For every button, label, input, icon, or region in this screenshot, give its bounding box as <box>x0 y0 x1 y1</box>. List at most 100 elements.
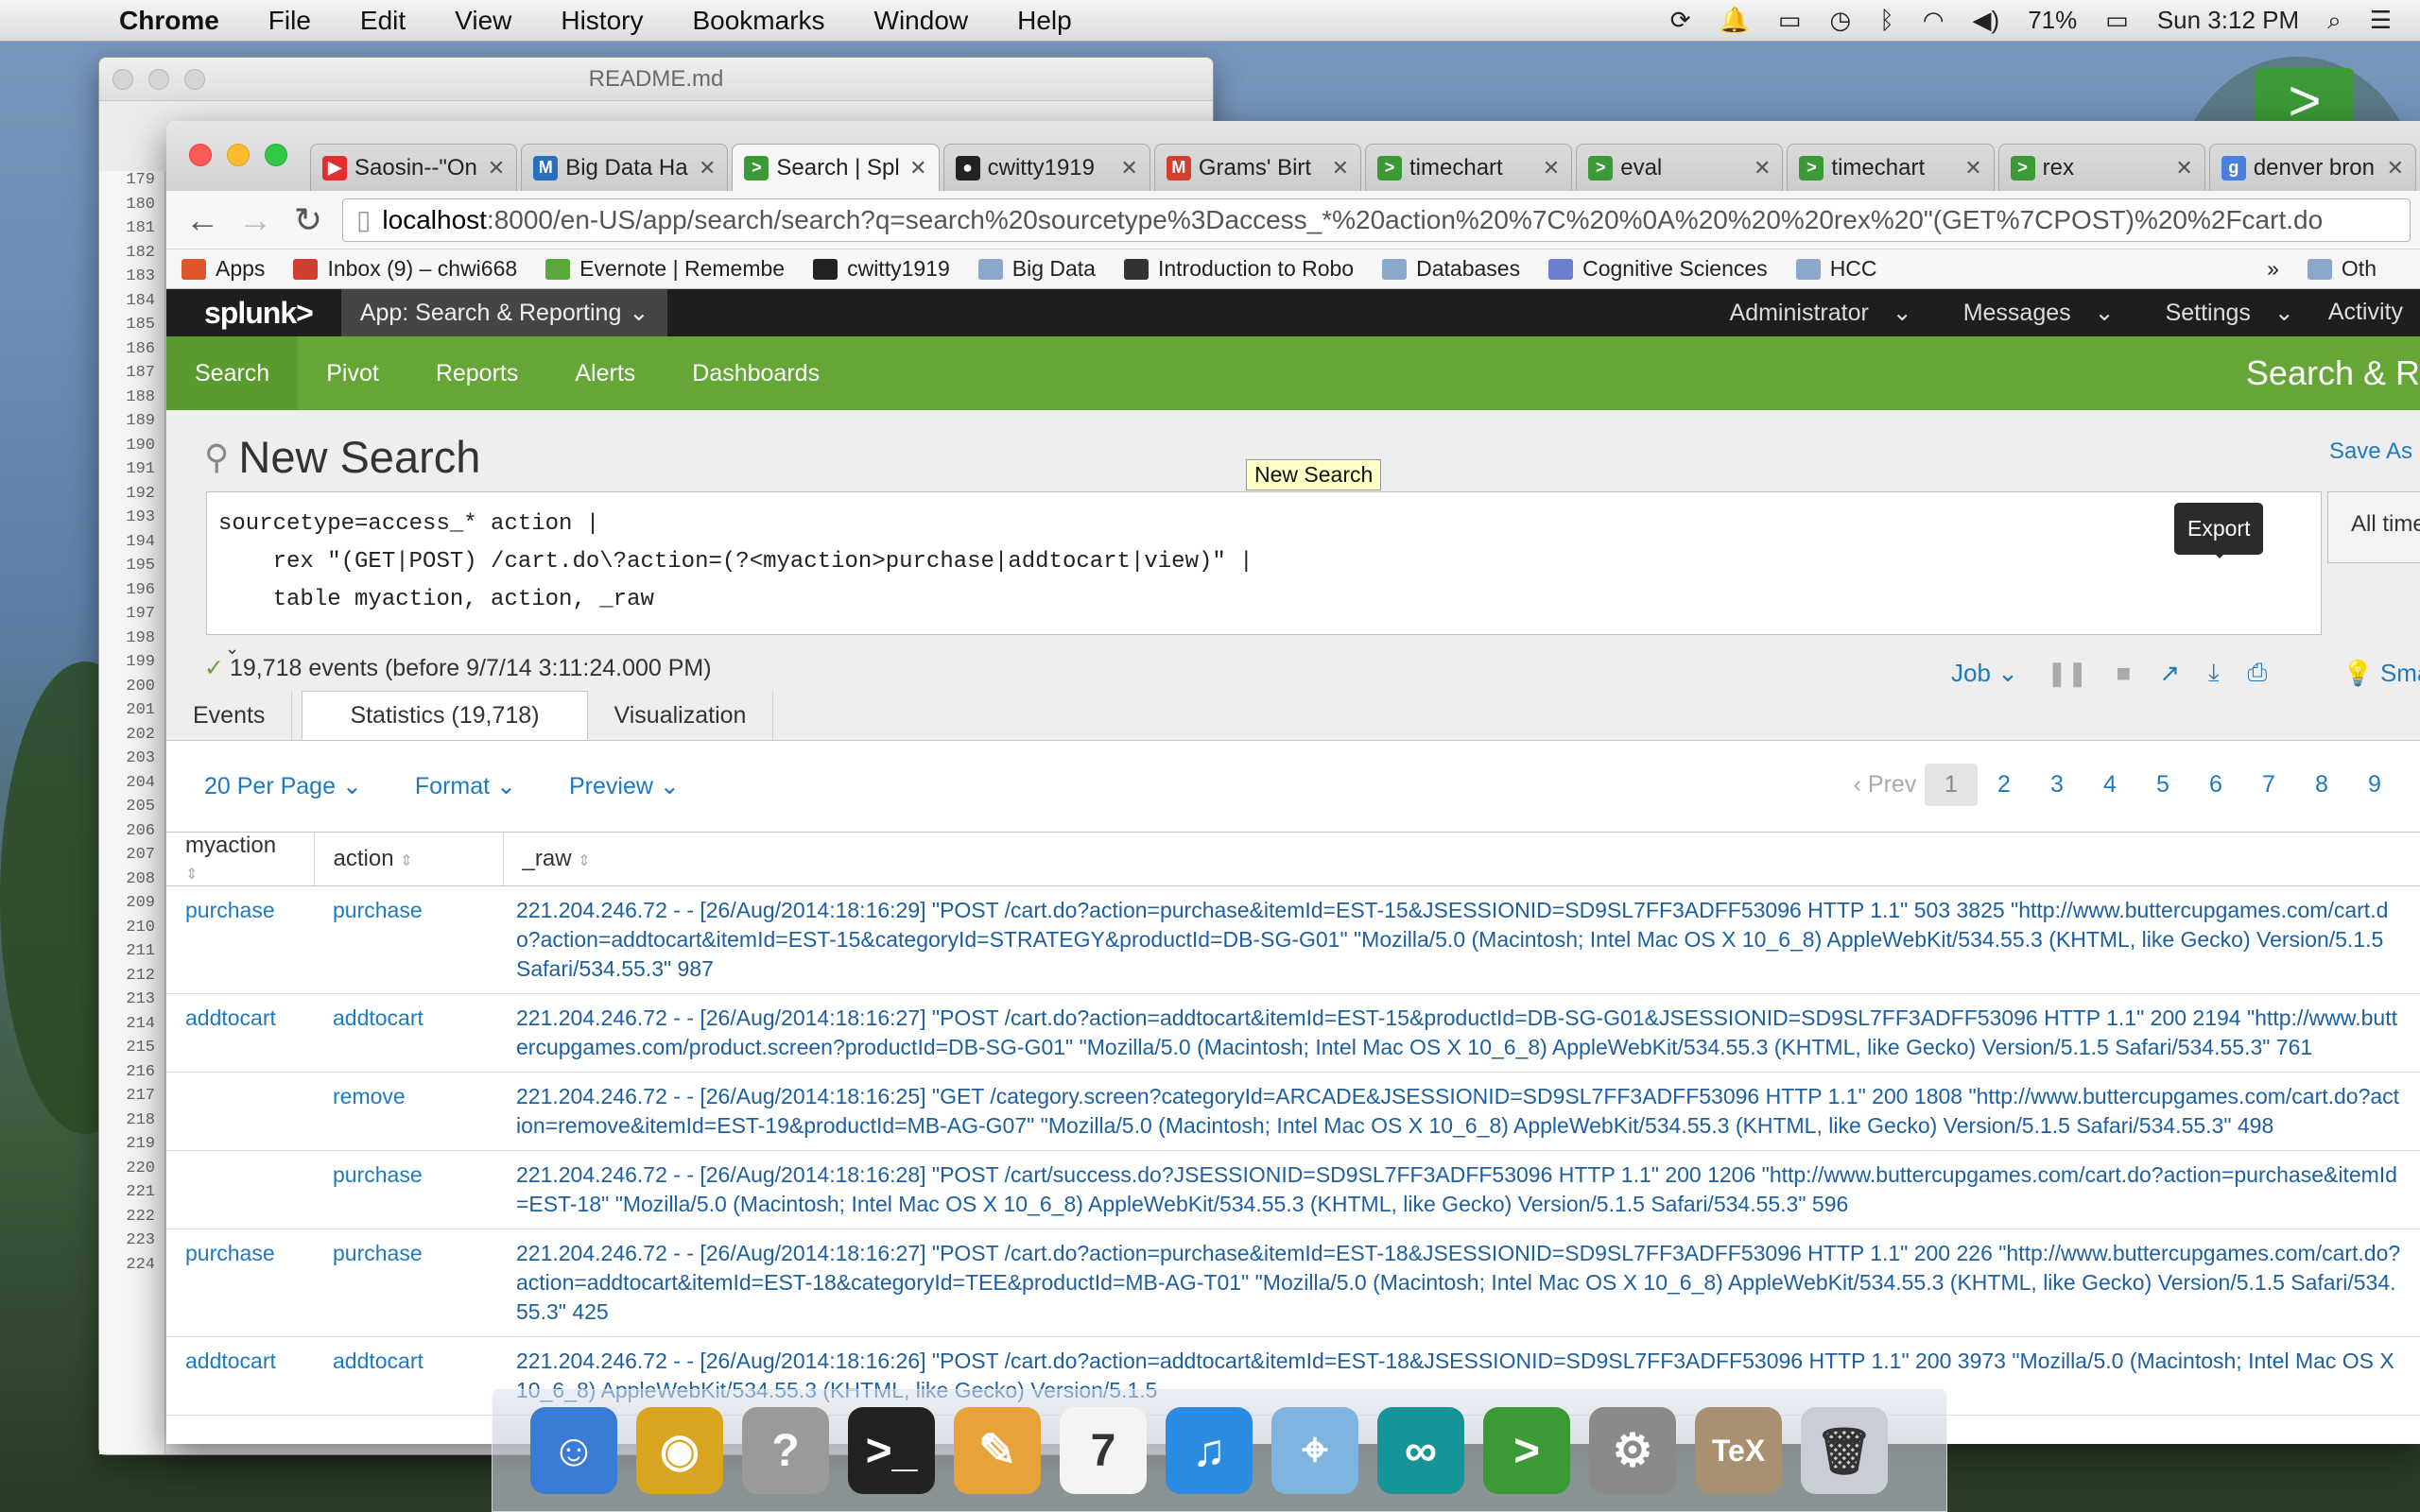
editor-minimize-button[interactable] <box>148 69 169 90</box>
browser-tab[interactable]: M Big Data Ha ✕ <box>521 144 729 191</box>
calendar-icon[interactable]: 7 <box>1060 1407 1147 1494</box>
job-menu[interactable]: Job ⌄ <box>1951 659 2018 688</box>
bookmark-item[interactable]: Evernote | Remembe <box>545 256 785 282</box>
terminal-icon[interactable]: >_ <box>848 1407 935 1494</box>
bookmark-item[interactable]: Introduction to Robo <box>1123 256 1354 282</box>
format-dropdown[interactable]: Format ⌄ <box>415 772 516 800</box>
volume-icon[interactable]: ◀) <box>1973 6 2000 35</box>
reload-icon[interactable]: ↻ <box>282 200 335 240</box>
close-tab-icon[interactable]: ✕ <box>1964 156 1981 180</box>
editor-close-button[interactable] <box>112 69 133 90</box>
app-menu[interactable]: App: Search & Reporting ⌄ <box>340 289 668 336</box>
browser-tab[interactable]: > rex ✕ <box>1997 144 2205 191</box>
bookmarks-overflow-chevron[interactable]: » <box>2267 256 2279 282</box>
tab-visualization[interactable]: Visualization <box>588 691 774 740</box>
bookmark-item[interactable]: Inbox (9) – chwi668 <box>293 256 517 282</box>
battery-percent[interactable]: 71% <box>2028 6 2077 35</box>
bookmark-item[interactable]: Cognitive Sciences <box>1548 256 1768 282</box>
arduino-icon[interactable]: ∞ <box>1377 1407 1464 1494</box>
menu-window[interactable]: Window <box>850 6 994 36</box>
cell-myaction[interactable]: purchase <box>166 1228 314 1337</box>
close-tab-icon[interactable]: ✕ <box>699 156 716 180</box>
activity-menu[interactable]: Activity <box>2311 299 2420 327</box>
bookmark-item[interactable]: HCC <box>1795 256 1877 282</box>
cell-action[interactable]: purchase <box>314 1228 503 1337</box>
menu-app-name[interactable]: Chrome <box>95 6 244 36</box>
cell-raw-event[interactable]: 221.204.246.72 - - [26/Aug/2014:18:16:29… <box>503 885 2420 994</box>
cell-raw-event[interactable]: 221.204.246.72 - - [26/Aug/2014:18:16:25… <box>503 1072 2420 1151</box>
bookmark-item[interactable]: Big Data <box>977 256 1096 282</box>
messages-menu[interactable]: Messages ⌄ <box>1929 299 2132 327</box>
close-tab-icon[interactable]: ✕ <box>909 156 926 180</box>
close-tab-icon[interactable]: ✕ <box>1754 156 1771 180</box>
page-number-9[interactable]: 9 <box>2348 764 2401 806</box>
page-number-4[interactable]: 4 <box>2083 764 2136 806</box>
time-range-picker[interactable]: All time <box>2327 491 2420 563</box>
latex-icon[interactable]: TeX <box>1695 1407 1782 1494</box>
battery-icon[interactable]: ▭ <box>2105 6 2129 35</box>
browser-tab[interactable]: > timechart ✕ <box>1365 144 1573 191</box>
page-number-6[interactable]: 6 <box>2189 764 2242 806</box>
column-header-action[interactable]: action ⇕ <box>313 832 503 886</box>
back-icon[interactable]: ← <box>176 200 229 240</box>
splunk-logo[interactable]: splunk> <box>166 296 341 331</box>
cell-myaction[interactable]: purchase <box>166 885 314 994</box>
cell-action[interactable]: remove <box>314 1072 503 1151</box>
cell-myaction[interactable] <box>166 1072 314 1151</box>
stop-icon[interactable]: ■ <box>2117 659 2132 688</box>
nav-reports[interactable]: Reports <box>407 336 547 410</box>
cell-myaction[interactable]: addtocart <box>166 993 314 1073</box>
system-preferences-icon[interactable]: ⚙ <box>1589 1407 1676 1494</box>
close-tab-icon[interactable]: ✕ <box>1120 156 1137 180</box>
tab-events[interactable]: Events <box>166 691 293 740</box>
page-number-1[interactable]: 1 <box>1925 764 1978 806</box>
clock[interactable]: Sun 3:12 PM <box>2157 6 2299 35</box>
minimize-window-button[interactable] <box>227 144 250 166</box>
bookmark-item[interactable]: cwitty1919 <box>813 256 950 282</box>
sync-icon[interactable]: ⟳ <box>1670 6 1691 35</box>
spotlight-search-icon[interactable]: ⌕ <box>2327 6 2342 36</box>
page-number-5[interactable]: 5 <box>2136 764 2189 806</box>
browser-tab[interactable]: ● cwitty1919 ✕ <box>942 144 1150 191</box>
help-icon[interactable]: ? <box>742 1407 829 1494</box>
pages-icon[interactable]: ✎ <box>954 1407 1041 1494</box>
column-header-myaction[interactable]: myaction ⇕ <box>166 832 314 886</box>
close-tab-icon[interactable]: ✕ <box>1332 156 1349 180</box>
splunk-icon[interactable]: > <box>1483 1407 1570 1494</box>
page-number-7[interactable]: 7 <box>2242 764 2295 806</box>
cell-raw-event[interactable]: 221.204.246.72 - - [26/Aug/2014:18:16:27… <box>503 993 2420 1073</box>
cell-action[interactable]: purchase <box>314 885 503 994</box>
administrator-menu[interactable]: Administrator ⌄ <box>1696 299 1929 327</box>
menu-view[interactable]: View <box>430 6 536 36</box>
nav-alerts[interactable]: Alerts <box>546 336 664 410</box>
menu-file[interactable]: File <box>244 6 336 36</box>
menu-bookmarks[interactable]: Bookmarks <box>667 6 849 36</box>
menu-edit[interactable]: Edit <box>336 6 430 36</box>
pause-icon[interactable]: ❚❚ <box>2047 659 2088 688</box>
bookmark-item[interactable]: Databases <box>1382 256 1520 282</box>
finder-icon[interactable]: ☺ <box>530 1407 617 1494</box>
search-query-input[interactable]: sourcetype=access_* action | rex "(GET|P… <box>206 491 2322 635</box>
page-number-2[interactable]: 2 <box>1978 764 2031 806</box>
airplay-icon[interactable]: ▭ <box>1778 6 1802 35</box>
close-tab-icon[interactable]: ✕ <box>488 156 505 180</box>
cell-raw-event[interactable]: 221.204.246.72 - - [26/Aug/2014:18:16:27… <box>503 1228 2420 1337</box>
trash-icon[interactable]: 🗑 <box>1801 1407 1888 1494</box>
cell-action[interactable]: addtocart <box>314 993 503 1073</box>
notification-bell-icon[interactable]: 🔔 <box>1720 6 1750 35</box>
page-number-8[interactable]: 8 <box>2295 764 2348 806</box>
time-machine-icon[interactable]: ◷ <box>1830 6 1852 35</box>
browser-tab[interactable]: M Grams' Birt ✕ <box>1153 144 1362 191</box>
menu-history[interactable]: History <box>536 6 667 36</box>
forward-icon[interactable]: → <box>229 200 282 240</box>
column-header-raw[interactable]: _raw ⇕ <box>502 832 2420 886</box>
print-icon[interactable]: ⎙ <box>2248 658 2268 688</box>
wifi-icon[interactable]: ◠ <box>1923 6 1945 35</box>
chrome-icon[interactable]: ◉ <box>636 1407 723 1494</box>
settings-menu[interactable]: Settings ⌄ <box>2132 299 2311 327</box>
close-tab-icon[interactable]: ✕ <box>2387 156 2404 180</box>
close-tab-icon[interactable]: ✕ <box>2175 156 2192 180</box>
close-window-button[interactable] <box>189 144 212 166</box>
per-page-dropdown[interactable]: 20 Per Page ⌄ <box>204 772 362 800</box>
export-icon[interactable]: ⤓ <box>2208 658 2220 688</box>
